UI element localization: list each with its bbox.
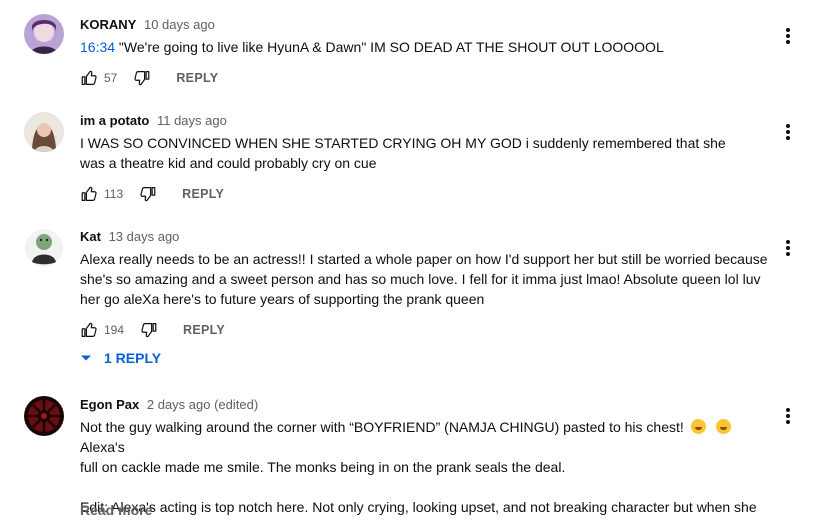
comment-text: Not the guy walking around the corner wi… <box>80 417 772 524</box>
like-button[interactable] <box>80 321 98 339</box>
user-avatar-icon <box>24 396 64 436</box>
comment-header: im a potato 11 days ago <box>80 112 227 130</box>
like-button[interactable] <box>80 69 98 87</box>
user-avatar-icon <box>24 112 64 152</box>
thumbs-down-icon <box>139 185 157 203</box>
avatar[interactable] <box>24 228 64 268</box>
avatar[interactable] <box>24 14 64 54</box>
avatar[interactable] <box>24 112 64 152</box>
dislike-button[interactable] <box>133 69 151 87</box>
timestamp-link[interactable]: 16:34 <box>80 39 115 55</box>
comment-body: I WAS SO CONVINCED WHEN SHE STARTED CRYI… <box>80 135 726 171</box>
comment-text: 16:34 "We're going to live like HyunA & … <box>80 37 780 57</box>
thumbs-up-icon <box>80 321 98 339</box>
replies-count: 1 REPLY <box>104 350 162 366</box>
comment-body: "We're going to live like HyunA & Dawn" … <box>115 39 664 55</box>
comment-body: Not the guy walking around the corner wi… <box>80 419 684 435</box>
comment-time[interactable]: 11 days ago <box>157 113 227 128</box>
thumbs-down-icon <box>140 321 158 339</box>
more-vert-icon[interactable] <box>780 27 796 45</box>
read-more-button[interactable]: Read more <box>80 502 152 518</box>
like-count: 194 <box>104 323 125 337</box>
comment-header: Egon Pax 2 days ago (edited) <box>80 396 258 414</box>
rolling-on-floor-laughing-emoji <box>715 419 731 434</box>
like-button[interactable] <box>80 185 98 203</box>
comment-time[interactable]: 13 days ago <box>109 229 180 244</box>
author-name[interactable]: im a potato <box>80 113 149 128</box>
comment-text: I WAS SO CONVINCED WHEN SHE STARTED CRYI… <box>80 133 740 173</box>
like-count: 113 <box>104 187 124 201</box>
reply-button[interactable]: REPLY <box>182 187 224 201</box>
author-name[interactable]: Kat <box>80 229 101 244</box>
user-avatar-icon <box>24 14 64 54</box>
thumbs-down-icon <box>133 69 151 87</box>
comment-time[interactable]: 2 days ago (edited) <box>147 397 258 412</box>
author-name[interactable]: KORANY <box>80 17 136 32</box>
reply-button[interactable]: REPLY <box>176 71 218 85</box>
thumbs-up-icon <box>80 185 98 203</box>
more-vert-icon[interactable] <box>780 239 796 257</box>
more-vert-icon[interactable] <box>780 407 796 425</box>
rolling-on-floor-laughing-emoji <box>690 419 706 434</box>
thumbs-up-icon <box>80 69 98 87</box>
comment-body: Alexa's <box>80 439 125 455</box>
comment-header: KORANY 10 days ago <box>80 16 215 34</box>
dislike-button[interactable] <box>140 321 158 339</box>
comment-line: full on cackle made me smile. The monks … <box>80 459 566 475</box>
comment-line: Not the guy walking around the corner wi… <box>80 417 772 457</box>
chevron-down-icon <box>81 355 91 361</box>
comment-time[interactable]: 10 days ago <box>144 17 215 32</box>
comment-text: Alexa really needs to be an actress!! I … <box>80 249 772 309</box>
more-vert-icon[interactable] <box>780 123 796 141</box>
author-name[interactable]: Egon Pax <box>80 397 139 412</box>
like-count: 57 <box>104 71 118 85</box>
comment-line: Edit: Alexa's acting is top notch here. … <box>80 499 757 524</box>
comment-actions: 57 REPLY <box>80 69 218 87</box>
comment-body: Alexa really needs to be an actress!! I … <box>80 251 768 307</box>
avatar[interactable] <box>24 396 64 436</box>
comment-actions: 194 REPLY <box>80 321 225 339</box>
dislike-button[interactable] <box>139 185 157 203</box>
user-avatar-icon <box>24 228 64 268</box>
comment-header: Kat 13 days ago <box>80 228 179 246</box>
view-replies-button[interactable]: 1 REPLY <box>80 350 161 366</box>
reply-button[interactable]: REPLY <box>183 323 225 337</box>
comment-actions: 113 REPLY <box>80 185 224 203</box>
